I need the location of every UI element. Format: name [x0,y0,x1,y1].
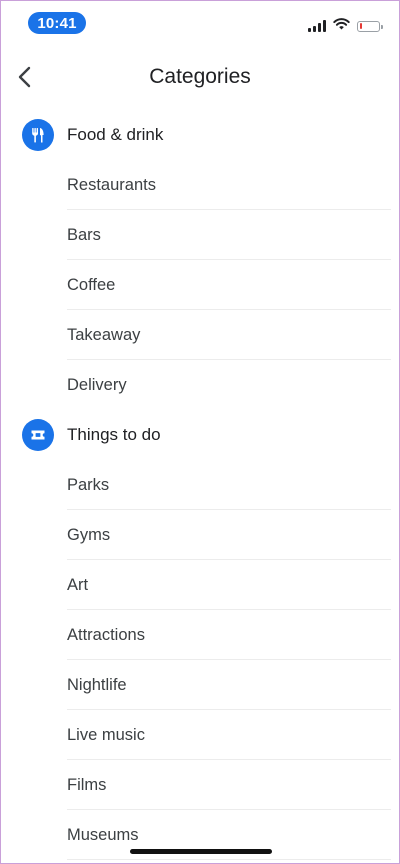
list-item-label: Films [67,775,107,794]
list-item-coffee[interactable]: Coffee [1,260,399,310]
list-item-nightlife[interactable]: Nightlife [1,660,399,710]
list-item-label: Delivery [67,375,127,394]
list-item-label: Coffee [67,275,116,294]
screen: 10:41 Categories Food & drink Restaurant… [0,0,400,864]
status-time[interactable]: 10:41 [28,12,86,34]
section-header-things-to-do: Things to do [1,410,399,460]
fork-knife-icon [22,119,54,151]
list-item-restaurants[interactable]: Restaurants [1,160,399,210]
list-item-label: Gyms [67,525,111,544]
list-item-attractions[interactable]: Attractions [1,610,399,660]
list-item-live-music[interactable]: Live music [1,710,399,760]
list-item-label: Restaurants [67,175,156,194]
list-item-bars[interactable]: Bars [1,210,399,260]
ticket-icon [22,419,54,451]
wifi-icon [333,17,350,35]
section-title: Things to do [67,425,161,444]
categories-list: Food & drink Restaurants Bars Coffee Tak… [1,110,399,860]
section-header-food-drink: Food & drink [1,110,399,160]
status-bar: 10:41 [1,1,399,45]
list-item-films[interactable]: Films [1,760,399,810]
home-indicator[interactable] [130,849,272,854]
list-item-art[interactable]: Art [1,560,399,610]
list-item-label: Attractions [67,625,145,644]
cellular-signal-icon [308,20,326,32]
list-item-label: Museums [67,825,139,844]
section-title: Food & drink [67,125,164,144]
list-item-label: Parks [67,475,110,494]
list-item-label: Nightlife [67,675,127,694]
list-item-takeaway[interactable]: Takeaway [1,310,399,360]
list-item-parks[interactable]: Parks [1,460,399,510]
list-item-label: Bars [67,225,101,244]
list-item-label: Live music [67,725,145,744]
list-item-delivery[interactable]: Delivery [1,360,399,410]
page-title: Categories [149,65,251,88]
list-item-label: Takeaway [67,325,141,344]
header: Categories [1,53,399,103]
list-item-label: Art [67,575,89,594]
list-item-gyms[interactable]: Gyms [1,510,399,560]
status-icons [308,17,383,35]
divider [67,859,391,860]
battery-icon [357,20,383,32]
battery-level [359,23,362,29]
